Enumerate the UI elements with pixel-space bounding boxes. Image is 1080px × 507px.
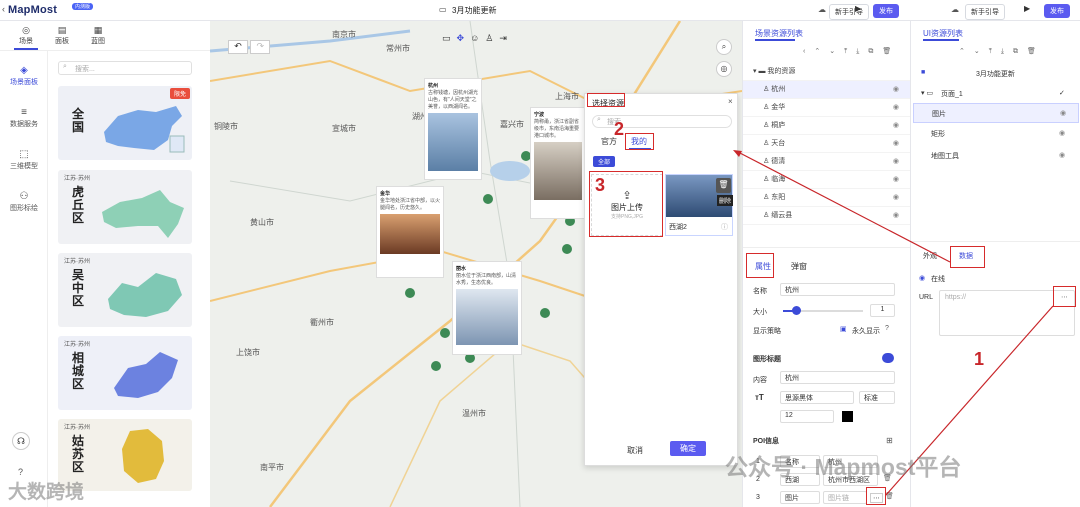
watermark-left: 大数跨境: [8, 482, 85, 503]
annotation-arrows: [733, 150, 1054, 496]
watermark-right: 公众号 · Mapmost平台: [725, 454, 962, 480]
